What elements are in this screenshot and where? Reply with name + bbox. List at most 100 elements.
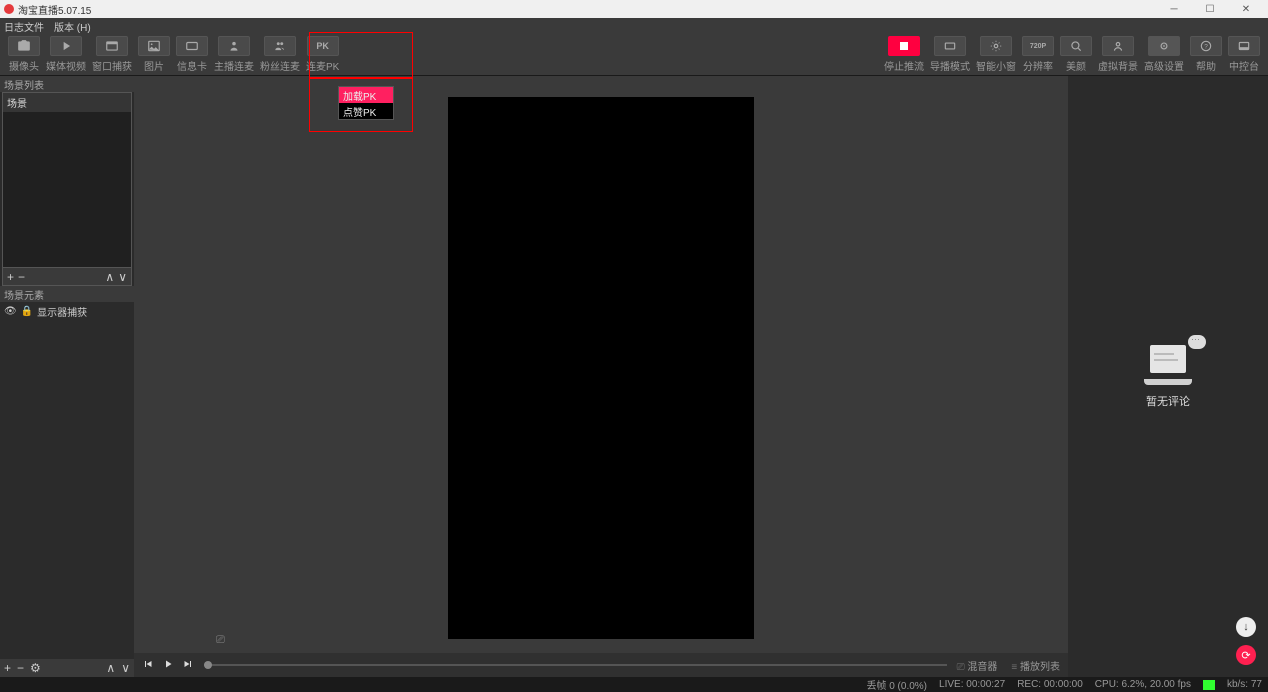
menu-version[interactable]: 版本 (H) (54, 19, 91, 34)
window-icon (96, 36, 128, 56)
comment-empty-state: 暂无评论 (1144, 345, 1192, 409)
left-panel: 场景列表 场景 + − ∧ ∨ 场景元素 👁 🔒 显示器捕获 + − ⚙ ∧ ∨ (0, 76, 134, 677)
comment-empty-text: 暂无评论 (1146, 393, 1190, 409)
element-move-down-button[interactable]: ∨ (121, 661, 130, 675)
help-button[interactable]: ? 帮助 (1190, 36, 1222, 73)
visibility-icon[interactable]: 👁 (4, 306, 17, 317)
beauty-button[interactable]: 美颜 (1060, 36, 1092, 73)
toolbar-right: 停止推流 导播模式 智能小窗 720P 分辨率 美颜 虚拟背景 高级设置 ? 帮… (884, 36, 1260, 73)
vbg-icon (1102, 36, 1134, 56)
virtual-bg-button[interactable]: 虚拟背景 (1098, 36, 1138, 73)
menu-log-file[interactable]: 日志文件 (4, 19, 44, 34)
tool-label: 停止推流 (884, 58, 924, 73)
toolbar-left: 摄像头 媒体视频 窗口捕获 图片 信息卡 主播连麦 粉丝连麦 PK 连麦PK (8, 36, 339, 73)
media-video-tool[interactable]: 媒体视频 (46, 36, 86, 73)
title-bar: 淘宝直播5.07.15 ─ ☐ ✕ (0, 0, 1268, 18)
console-button[interactable]: 中控台 (1228, 36, 1260, 73)
svg-text:?: ? (1204, 43, 1208, 50)
stop-stream-button[interactable]: 停止推流 (884, 36, 924, 73)
camera-tool[interactable]: 摄像头 (8, 36, 40, 73)
element-list: 👁 🔒 显示器捕获 (0, 302, 134, 659)
playlist-button[interactable]: ≡ 播放列表 (1011, 658, 1060, 673)
lock-icon[interactable]: 🔒 (21, 306, 33, 317)
camera-icon (8, 36, 40, 56)
status-bar: 丢帧 0 (0.0%) LIVE: 00:00:27 REC: 00:00:00… (0, 677, 1268, 692)
scene-list[interactable]: 场景 (2, 92, 132, 268)
play-button[interactable] (162, 658, 174, 673)
app-title: 淘宝直播5.07.15 (18, 2, 91, 17)
scrubber[interactable] (204, 664, 947, 666)
status-kbs: kb/s: 77 (1227, 679, 1262, 690)
refresh-fab[interactable]: ⟳ (1236, 645, 1256, 665)
window-controls: ─ ☐ ✕ (1156, 1, 1264, 17)
tool-label: 帮助 (1196, 58, 1216, 73)
toolbar: 摄像头 媒体视频 窗口捕获 图片 信息卡 主播连麦 粉丝连麦 PK 连麦PK (0, 34, 1268, 76)
host-mic-tool[interactable]: 主播连麦 (214, 36, 254, 73)
resolution-button[interactable]: 720P 分辨率 (1022, 36, 1054, 73)
remove-element-button[interactable]: − (17, 661, 24, 675)
remove-scene-button[interactable]: − (18, 270, 25, 284)
image-tool[interactable]: 图片 (138, 36, 170, 73)
main-content: 场景列表 场景 + − ∧ ∨ 场景元素 👁 🔒 显示器捕获 + − ⚙ ∧ ∨ (0, 76, 1268, 677)
info-card-tool[interactable]: 信息卡 (176, 36, 208, 73)
tool-label: 粉丝连麦 (260, 58, 300, 73)
help-icon: ? (1190, 36, 1222, 56)
playback-right: ⎚ 混音器 ≡ 播放列表 (957, 658, 1060, 673)
move-down-button[interactable]: ∨ (118, 270, 127, 284)
tool-label: 媒体视频 (46, 58, 86, 73)
tool-label: 虚拟背景 (1098, 58, 1138, 73)
element-move-up-button[interactable]: ∧ (106, 661, 115, 675)
stop-icon (888, 36, 920, 56)
element-item[interactable]: 👁 🔒 显示器捕获 (0, 302, 134, 321)
window-capture-tool[interactable]: 窗口捕获 (92, 36, 132, 73)
scene-list-header: 场景列表 (0, 76, 134, 92)
scene-item[interactable]: 场景 (3, 93, 131, 112)
tool-label: 高级设置 (1144, 58, 1184, 73)
preview-container (134, 76, 1068, 653)
settings-gear-button[interactable]: ⚙ (30, 661, 41, 675)
advanced-settings-button[interactable]: 高级设置 (1144, 36, 1184, 73)
preview-canvas[interactable] (448, 97, 754, 639)
move-up-button[interactable]: ∧ (105, 270, 114, 284)
tool-label: 主播连麦 (214, 58, 254, 73)
director-mode-button[interactable]: 导播模式 (930, 36, 970, 73)
tool-label: 连麦PK (306, 58, 339, 73)
tool-label: 图片 (144, 58, 164, 73)
prev-button[interactable] (142, 658, 154, 673)
status-indicator-icon (1203, 680, 1215, 690)
play-icon (50, 36, 82, 56)
element-label: 显示器捕获 (37, 304, 87, 319)
pk-tool[interactable]: PK 连麦PK (306, 36, 339, 73)
group-icon (264, 36, 296, 56)
image-icon (138, 36, 170, 56)
mixer-button[interactable]: ⎚ 混音器 (957, 658, 998, 673)
comment-empty-icon (1144, 345, 1192, 385)
add-scene-button[interactable]: + (7, 270, 14, 284)
app-logo-icon (4, 4, 14, 14)
pk-icon: PK (307, 36, 339, 56)
element-header: 场景元素 (0, 286, 134, 302)
status-dropped: 丢帧 0 (0.0%) (866, 677, 927, 692)
minimize-button[interactable]: ─ (1156, 1, 1192, 17)
close-button[interactable]: ✕ (1228, 1, 1264, 17)
maximize-button[interactable]: ☐ (1192, 1, 1228, 17)
tool-label: 智能小窗 (976, 58, 1016, 73)
add-element-button[interactable]: + (4, 661, 11, 675)
720p-icon: 720P (1022, 36, 1054, 56)
director-icon (934, 36, 966, 56)
cast-icon[interactable]: ⎚ (216, 634, 225, 647)
tool-label: 信息卡 (177, 58, 207, 73)
download-fab[interactable]: ↓ (1236, 617, 1256, 637)
tool-label: 分辨率 (1023, 58, 1053, 73)
card-icon (176, 36, 208, 56)
status-rec: REC: 00:00:00 (1017, 679, 1083, 690)
smart-pip-button[interactable]: 智能小窗 (976, 36, 1016, 73)
settings-icon (1148, 36, 1180, 56)
tool-label: 摄像头 (9, 58, 39, 73)
next-button[interactable] (182, 658, 194, 673)
tool-label: 美颜 (1066, 58, 1086, 73)
speech-bubble-icon (1188, 335, 1206, 349)
fan-mic-tool[interactable]: 粉丝连麦 (260, 36, 300, 73)
right-panel: 暂无评论 ↓ ⟳ (1068, 76, 1268, 677)
status-cpu: CPU: 6.2%, 20.00 fps (1095, 679, 1191, 690)
